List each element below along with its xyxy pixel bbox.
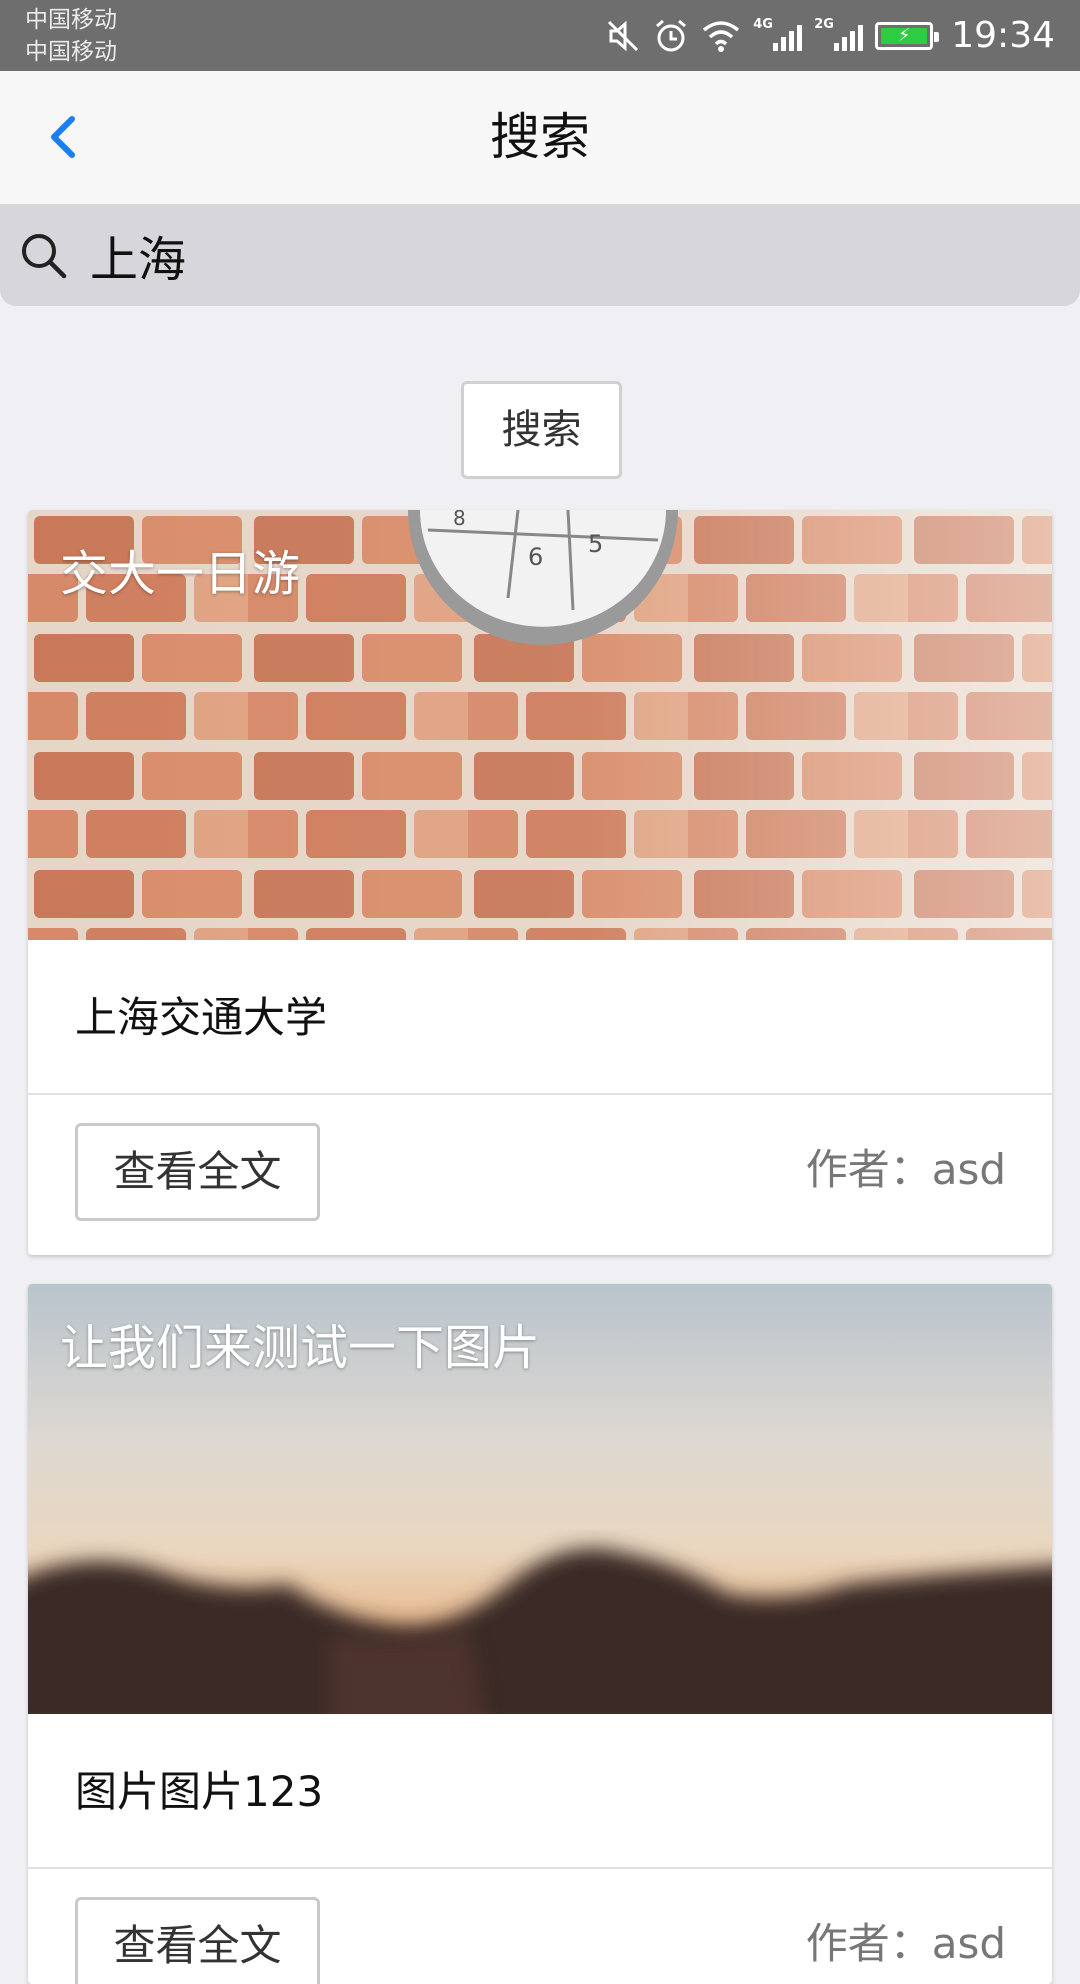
signal-icon-sim2: 2G bbox=[814, 17, 864, 51]
svg-text:8: 8 bbox=[453, 510, 466, 530]
read-full-text-button[interactable]: 查看全文 bbox=[75, 1123, 320, 1221]
card-footer: 查看全文 作者：asd bbox=[28, 1095, 1052, 1253]
card-content: 图片图片123 bbox=[28, 1714, 1052, 1869]
chevron-left-icon bbox=[51, 116, 75, 158]
search-icon bbox=[22, 234, 67, 279]
card-image-brick-wall: 6 5 8 交大一日游 bbox=[28, 510, 1052, 940]
author-label: 作者：asd bbox=[805, 1145, 1006, 1194]
carrier-2: 中国移动 bbox=[25, 39, 117, 65]
carrier-labels: 中国移动 中国移动 bbox=[25, 4, 117, 68]
card-content: 上海交通大学 bbox=[28, 940, 1052, 1095]
search-bar bbox=[0, 204, 1080, 306]
card-footer: 查看全文 作者：asd bbox=[28, 1869, 1052, 1984]
result-card: 让我们来测试一下图片 图片图片123 查看全文 作者：asd bbox=[28, 1284, 1052, 1984]
carrier-1: 中国移动 bbox=[25, 7, 117, 33]
author-label: 作者：asd bbox=[805, 1919, 1006, 1968]
read-full-text-button[interactable]: 查看全文 bbox=[75, 1897, 320, 1984]
signal-icon-sim1: 4G bbox=[753, 17, 803, 51]
clock-time: 19:34 bbox=[951, 15, 1055, 56]
alarm-icon bbox=[653, 18, 689, 54]
page-title: 搜索 bbox=[490, 108, 590, 166]
status-bar: 中国移动 中国移动 4G 2G ⚡ 19:34 bbox=[0, 0, 1080, 71]
result-card: 6 5 8 交大一日游 上海交通大学 查看全文 作者：asd bbox=[28, 510, 1052, 1255]
svg-text:5: 5 bbox=[588, 530, 603, 558]
card-image-sunset: 让我们来测试一下图片 bbox=[28, 1284, 1052, 1714]
svg-text:6: 6 bbox=[528, 543, 543, 571]
search-input[interactable] bbox=[90, 220, 1050, 290]
mute-icon bbox=[605, 18, 641, 54]
wifi-icon bbox=[701, 18, 741, 54]
status-icons: 4G 2G ⚡ 19:34 bbox=[605, 0, 1055, 71]
search-button[interactable]: 搜索 bbox=[461, 381, 622, 479]
navigation-bar: 搜索 bbox=[0, 71, 1080, 204]
battery-icon: ⚡ bbox=[875, 21, 940, 50]
card-image-title: 交大一日游 bbox=[60, 546, 301, 602]
card-image-title: 让我们来测试一下图片 bbox=[60, 1320, 541, 1376]
back-button[interactable] bbox=[36, 109, 92, 165]
